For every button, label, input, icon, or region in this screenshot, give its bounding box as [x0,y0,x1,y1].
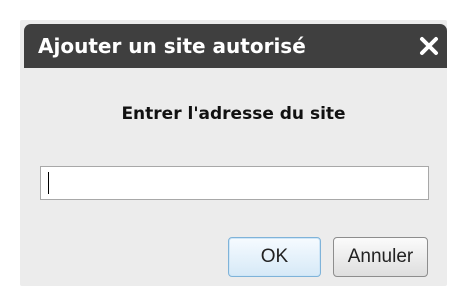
site-address-prompt: Entrer l'adresse du site [121,104,346,124]
dialog-title: Ajouter un site autorisé [38,34,306,58]
cancel-button[interactable]: Annuler [333,237,428,277]
ok-button[interactable]: OK [228,237,321,277]
close-button[interactable] [417,34,441,58]
site-address-input[interactable] [40,166,429,200]
text-caret [48,172,49,194]
dialog-titlebar: Ajouter un site autorisé [24,24,447,68]
add-allowed-site-dialog: Ajouter un site autorisé Entrer l'adress… [20,20,447,286]
close-icon [420,37,438,55]
